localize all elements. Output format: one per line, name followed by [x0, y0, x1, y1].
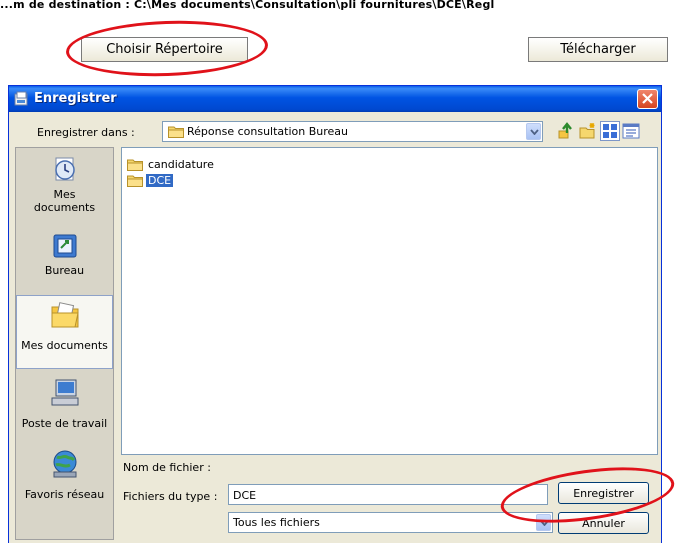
- place-label: Favoris réseau: [24, 488, 105, 501]
- filetype-dropdown[interactable]: Tous les fichiers: [228, 512, 553, 533]
- dialog-title: Enregistrer: [34, 91, 117, 106]
- view-menu-icon[interactable]: [600, 121, 620, 141]
- my-computer-icon: [51, 379, 78, 406]
- desktop-icon: [53, 234, 76, 258]
- download-button[interactable]: Télécharger: [528, 37, 668, 62]
- file-list[interactable]: candidature DCE: [121, 147, 658, 455]
- save-dialog: Enregistrer Enregistrer dans : Réponse c…: [8, 85, 662, 543]
- place-my-computer[interactable]: Poste de travail: [16, 377, 113, 430]
- filename-label: Nom de fichier :: [123, 461, 211, 474]
- place-label: Mes documents récents: [33, 188, 96, 214]
- place-recent-documents[interactable]: Mes documents récents: [16, 154, 113, 214]
- tools-icon[interactable]: [622, 122, 640, 140]
- folder-icon: [127, 159, 143, 171]
- places-bar: Mes documents récents Bureau Mes documen…: [15, 147, 114, 540]
- file-name: DCE: [146, 174, 174, 187]
- chevron-down-icon: [530, 129, 539, 135]
- place-network[interactable]: Favoris réseau: [16, 448, 113, 501]
- destination-path-text: ...m de destination : C:\Mes documents\C…: [0, 0, 495, 11]
- choose-directory-button[interactable]: Choisir Répertoire: [81, 37, 248, 62]
- place-label: Mes documents: [21, 339, 108, 352]
- filetype-value: Tous les fichiers: [233, 516, 320, 529]
- cancel-button[interactable]: Annuler: [558, 512, 649, 534]
- folder-icon: [127, 175, 143, 187]
- place-label: Bureau: [44, 264, 85, 277]
- close-button[interactable]: [637, 89, 658, 109]
- chevron-down-icon: [540, 520, 549, 526]
- file-name: candidature: [148, 158, 214, 171]
- place-my-documents[interactable]: Mes documents: [16, 295, 113, 369]
- place-desktop[interactable]: Bureau: [16, 230, 113, 277]
- save-button[interactable]: Enregistrer: [558, 482, 649, 504]
- save-in-dropdown[interactable]: Réponse consultation Bureau: [162, 121, 543, 142]
- folder-icon: [168, 126, 184, 138]
- dialog-titlebar[interactable]: Enregistrer: [9, 86, 661, 112]
- close-icon: [642, 93, 653, 104]
- dropdown-arrow[interactable]: [536, 514, 551, 531]
- dropdown-arrow[interactable]: [526, 123, 541, 140]
- up-folder-icon[interactable]: [557, 122, 575, 140]
- save-dialog-icon: [14, 91, 28, 106]
- place-label: Poste de travail: [21, 417, 108, 430]
- new-folder-icon[interactable]: [579, 122, 597, 140]
- save-in-value: Réponse consultation Bureau: [187, 125, 349, 138]
- save-in-label: Enregistrer dans :: [37, 126, 135, 139]
- recent-documents-icon: [54, 157, 75, 181]
- network-places-icon: [53, 450, 76, 478]
- filetype-label: Fichiers du type :: [123, 490, 218, 503]
- list-item[interactable]: candidature: [127, 157, 216, 172]
- filename-input[interactable]: DCE: [228, 484, 548, 505]
- my-documents-icon: [51, 302, 79, 328]
- list-item[interactable]: DCE: [127, 173, 174, 188]
